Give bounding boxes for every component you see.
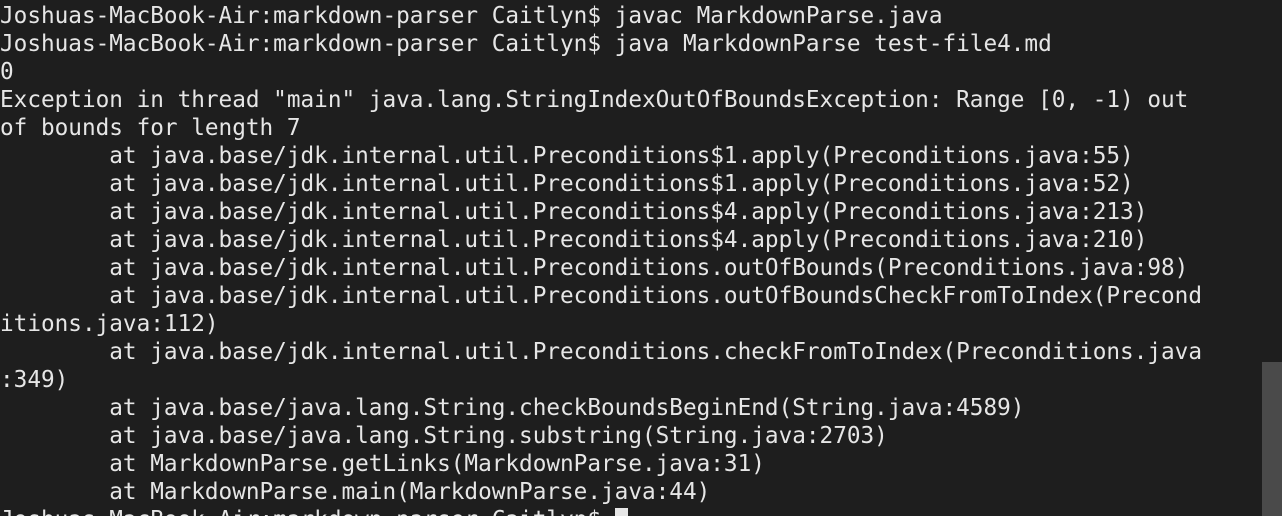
terminal-line: at java.base/jdk.internal.util.Precondit… — [0, 199, 1148, 225]
terminal-line: itions.java:112) — [0, 311, 219, 337]
terminal-line: 0 — [0, 59, 14, 85]
terminal-line: Exception in thread "main" java.lang.Str… — [0, 87, 1189, 113]
terminal-line: Joshuas-MacBook-Air:markdown-parser Cait… — [0, 31, 1052, 57]
terminal-line: at java.base/java.lang.String.substring(… — [0, 423, 888, 449]
terminal-output: Joshuas-MacBook-Air:markdown-parser Cait… — [0, 2, 1262, 516]
terminal-line: at java.base/java.lang.String.checkBound… — [0, 395, 1025, 421]
terminal-line: at java.base/jdk.internal.util.Precondit… — [0, 171, 1134, 197]
terminal-line: at MarkdownParse.getLinks(MarkdownParse.… — [0, 451, 765, 477]
terminal-prompt-line[interactable]: Joshuas-MacBook-Air:markdown-parser Cait… — [0, 506, 1262, 516]
shell-prompt: Joshuas-MacBook-Air:markdown-parser Cait… — [0, 507, 615, 516]
terminal-line: Joshuas-MacBook-Air:markdown-parser Cait… — [0, 3, 943, 29]
terminal-line: :349) — [0, 367, 69, 393]
terminal-line: of bounds for length 7 — [0, 115, 301, 141]
terminal-line: at java.base/jdk.internal.util.Precondit… — [0, 227, 1148, 253]
text-cursor — [614, 508, 628, 516]
scrollbar-thumb[interactable] — [1262, 362, 1282, 516]
terminal-line: at java.base/jdk.internal.util.Precondit… — [0, 255, 1189, 281]
terminal-line: at java.base/jdk.internal.util.Precondit… — [0, 339, 1202, 365]
terminal-window[interactable]: Joshuas-MacBook-Air:markdown-parser Cait… — [0, 0, 1262, 516]
terminal-line: at java.base/jdk.internal.util.Precondit… — [0, 283, 1202, 309]
terminal-line: at MarkdownParse.main(MarkdownParse.java… — [0, 479, 711, 505]
terminal-line: at java.base/jdk.internal.util.Precondit… — [0, 143, 1134, 169]
